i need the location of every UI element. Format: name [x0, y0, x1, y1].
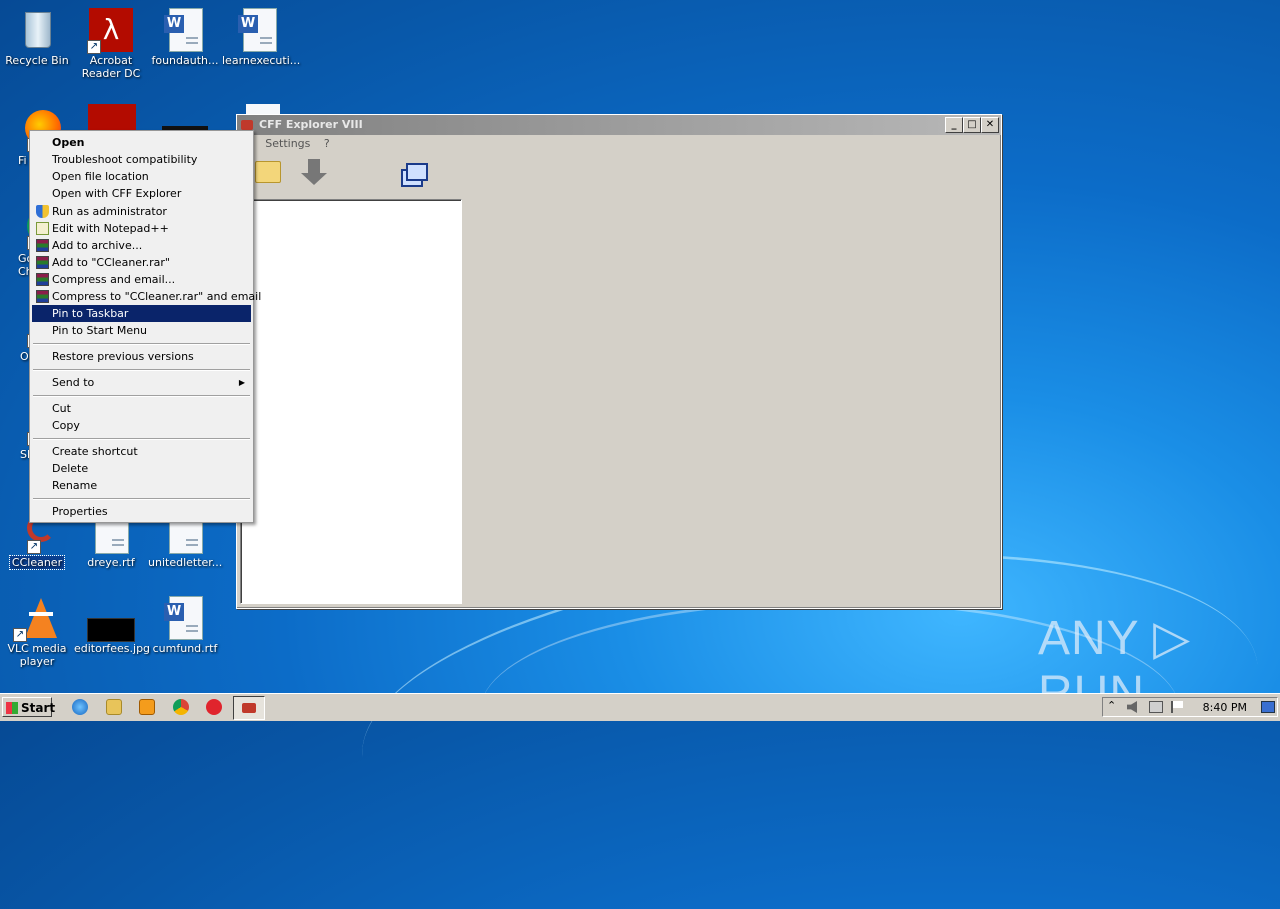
desktop-icon-editorfees[interactable]: editorfees.jpg	[74, 596, 150, 655]
menu-separator	[33, 369, 250, 371]
winrar-icon	[36, 239, 49, 252]
menu-separator	[33, 395, 250, 397]
vlc-icon: ↗	[13, 596, 59, 642]
winrar-icon	[36, 273, 49, 286]
menu-separator	[33, 343, 250, 345]
menu-item-troubleshoot[interactable]: Troubleshoot compatibility	[32, 151, 251, 168]
context-menu: Open Troubleshoot compatibility Open fil…	[29, 130, 261, 523]
network-icon[interactable]	[1149, 701, 1163, 713]
explorer-folder-icon[interactable]	[106, 699, 122, 715]
window-toolbar	[237, 153, 1001, 193]
desktop-icon-acrobat[interactable]: λ ↗ Acrobat Reader DC	[74, 8, 148, 80]
taskbar: Start ⌃ 8:40 PM	[0, 693, 1280, 721]
menu-item-pin-to-start[interactable]: Pin to Start Menu	[32, 322, 251, 339]
notepadpp-icon	[36, 222, 49, 235]
start-button[interactable]: Start	[2, 697, 56, 717]
ie-icon[interactable]	[72, 699, 88, 715]
volume-icon[interactable]	[1127, 701, 1137, 713]
cff-app-icon	[241, 120, 253, 130]
menu-item-copy[interactable]: Copy	[32, 417, 251, 434]
menu-item-compress-to-rar-email[interactable]: Compress to "CCleaner.rar" and email	[32, 288, 261, 305]
cff-taskbar-icon	[242, 703, 256, 713]
doc-peek-icon	[246, 104, 280, 114]
close-button[interactable]: ✕	[981, 117, 999, 133]
menu-item-open-with-cff[interactable]: Open with CFF Explorer	[32, 185, 251, 202]
menu-item-open-file-location[interactable]: Open file location	[32, 168, 251, 185]
tray-expand-icon[interactable]: ⌃	[1107, 699, 1116, 712]
open-folder-icon[interactable]	[255, 161, 281, 183]
menu-separator	[33, 498, 250, 500]
menu-item-restore-versions[interactable]: Restore previous versions	[32, 348, 251, 365]
maximize-button[interactable]: □	[963, 117, 981, 133]
menu-item-add-to-ccleaner-rar[interactable]: Add to "CCleaner.rar"	[32, 254, 251, 271]
system-tray: ⌃ 8:40 PM	[1102, 697, 1278, 717]
image-icon	[87, 596, 135, 642]
desktop-icon-vlc[interactable]: ↗ VLC media player	[0, 596, 74, 668]
menu-settings[interactable]: Settings	[265, 137, 310, 150]
desktop-icon-cumfund[interactable]: W cumfund.rtf	[148, 596, 222, 655]
desktop-icon-foundauth[interactable]: W foundauth...	[148, 8, 222, 67]
desktop-icon-learnexecuti[interactable]: W learnexecuti...	[222, 8, 300, 67]
menu-item-cut[interactable]: Cut	[32, 400, 251, 417]
chrome-taskbar-icon[interactable]	[173, 699, 189, 715]
windows-flag-icon	[6, 702, 18, 714]
windows-icon[interactable]	[401, 163, 428, 187]
show-desktop-icon[interactable]	[1261, 701, 1275, 713]
minimize-button[interactable]: _	[945, 117, 963, 133]
menu-help[interactable]: ?	[324, 137, 330, 150]
menu-item-delete[interactable]: Delete	[32, 460, 251, 477]
menu-separator	[33, 438, 250, 440]
menu-item-compress-email[interactable]: Compress and email...	[32, 271, 251, 288]
submenu-arrow-icon: ▶	[238, 378, 245, 387]
action-center-flag-icon[interactable]	[1171, 701, 1183, 713]
cff-explorer-window[interactable]: CFF Explorer VIII _ □ ✕ e Settings ?	[236, 114, 1002, 609]
start-label: Start	[21, 701, 56, 715]
winrar-icon	[36, 256, 49, 269]
desktop-icon-recycle-bin[interactable]: Recycle Bin	[0, 8, 74, 67]
acrobat-icon: λ ↗	[87, 8, 133, 54]
shield-icon	[36, 205, 49, 218]
menu-item-notepadpp[interactable]: Edit with Notepad++	[32, 220, 251, 237]
menu-item-open[interactable]: Open	[32, 134, 251, 151]
menu-item-create-shortcut[interactable]: Create shortcut	[32, 443, 251, 460]
clock[interactable]: 8:40 PM	[1203, 700, 1247, 716]
window-title: CFF Explorer VIII	[259, 118, 363, 131]
filezilla-icon	[88, 104, 136, 130]
save-arrow-icon[interactable]	[301, 159, 327, 185]
cff-taskbar-button[interactable]	[233, 696, 265, 720]
menu-item-run-as-admin[interactable]: Run as administrator	[32, 203, 251, 220]
opera-taskbar-icon[interactable]	[206, 699, 222, 715]
window-titlebar[interactable]: CFF Explorer VIII _ □ ✕	[237, 115, 1001, 135]
word-doc-icon: W	[163, 596, 207, 640]
word-doc-icon: W	[237, 8, 281, 52]
recycle-bin-icon	[15, 8, 59, 52]
menu-item-send-to[interactable]: Send to ▶	[32, 374, 251, 391]
menu-item-properties[interactable]: Properties	[32, 503, 251, 520]
menu-item-pin-to-taskbar[interactable]: Pin to Taskbar	[32, 305, 251, 322]
shortcut-arrow-icon: ↗	[87, 40, 101, 54]
word-doc-icon: W	[163, 8, 207, 52]
winrar-icon	[36, 290, 49, 303]
file-tree-panel[interactable]	[240, 199, 462, 604]
menu-item-add-to-archive[interactable]: Add to archive...	[32, 237, 251, 254]
window-menubar: e Settings ?	[237, 135, 1001, 153]
menu-item-rename[interactable]: Rename	[32, 477, 251, 494]
media-player-icon[interactable]	[139, 699, 155, 715]
